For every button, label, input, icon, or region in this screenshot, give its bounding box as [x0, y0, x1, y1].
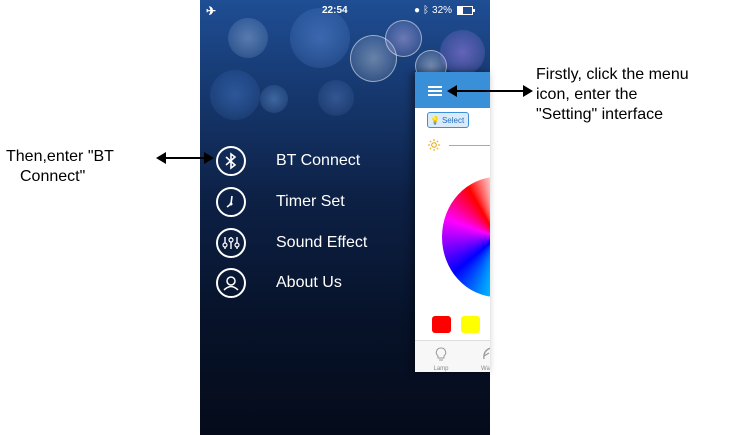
bokeh-light: [228, 18, 268, 58]
tab-second[interactable]: Wa: [481, 347, 490, 372]
color-swatch-yellow[interactable]: [461, 316, 480, 333]
status-time: 22:54: [322, 5, 348, 16]
bokeh-light: [385, 20, 422, 57]
menu-item-sound-effect[interactable]: Sound Effect: [216, 226, 416, 260]
lamp-icon: 💡: [430, 115, 440, 125]
bokeh-light: [440, 30, 485, 75]
menu-item-timer-set[interactable]: Timer Set: [216, 185, 416, 219]
status-bar: ✈ 22:54 ● ᛒ 32%: [200, 0, 490, 22]
battery-icon: [457, 6, 476, 15]
bokeh-light: [210, 70, 260, 120]
tab-label: Lamp: [433, 366, 449, 372]
lock-rotation-icon: ●: [414, 5, 421, 16]
annotation-line: Then,enter "BT: [6, 148, 114, 165]
left-annotation: Then,enter "BT Connect": [6, 147, 114, 187]
equalizer-icon: [216, 228, 246, 258]
hamburger-menu-icon[interactable]: [428, 86, 442, 96]
brightness-icon: [428, 139, 440, 151]
double-arrow-left: [156, 152, 214, 164]
feather-icon: [483, 347, 490, 360]
menu-item-bt-connect[interactable]: BT Connect: [216, 144, 416, 178]
annotation-line: "Setting" interface: [536, 106, 663, 123]
main-panel: 💡 Select Lamp Wa: [415, 72, 490, 372]
bokeh-light: [318, 80, 354, 116]
tab-lamp[interactable]: Lamp: [429, 347, 453, 372]
double-arrow-right: [447, 85, 533, 97]
annotation-line: Connect": [20, 168, 86, 185]
menu-item-label: About Us: [276, 274, 342, 291]
bokeh-light: [260, 85, 288, 113]
status-right: ● ᛒ 32%: [414, 5, 476, 16]
color-wheel[interactable]: [442, 177, 490, 297]
airplane-icon: ✈: [206, 4, 217, 18]
menu-item-about-us[interactable]: About Us: [216, 266, 416, 300]
select-label: Select: [441, 115, 465, 125]
annotation-line: Firstly, click the menu: [536, 66, 689, 83]
menu-item-label: BT Connect: [276, 152, 361, 169]
clock-icon: [216, 187, 246, 217]
battery-percent: 32%: [432, 5, 453, 16]
annotation-line: icon, enter the: [536, 86, 638, 103]
select-button[interactable]: 💡 Select: [427, 112, 470, 128]
bottom-tab-bar: Lamp Wa: [415, 340, 490, 372]
menu-item-label: Timer Set: [276, 193, 345, 210]
user-icon: [216, 268, 246, 298]
color-swatch-red[interactable]: [432, 316, 451, 333]
right-annotation: Firstly, click the menu icon, enter the …: [536, 65, 689, 125]
bluetooth-icon: [216, 146, 246, 176]
tab-label: Wa: [481, 366, 490, 372]
bluetooth-status-icon: ᛒ: [423, 5, 430, 16]
brightness-slider[interactable]: [449, 145, 490, 146]
menu-item-label: Sound Effect: [276, 234, 368, 251]
lamp-icon: [435, 347, 447, 361]
